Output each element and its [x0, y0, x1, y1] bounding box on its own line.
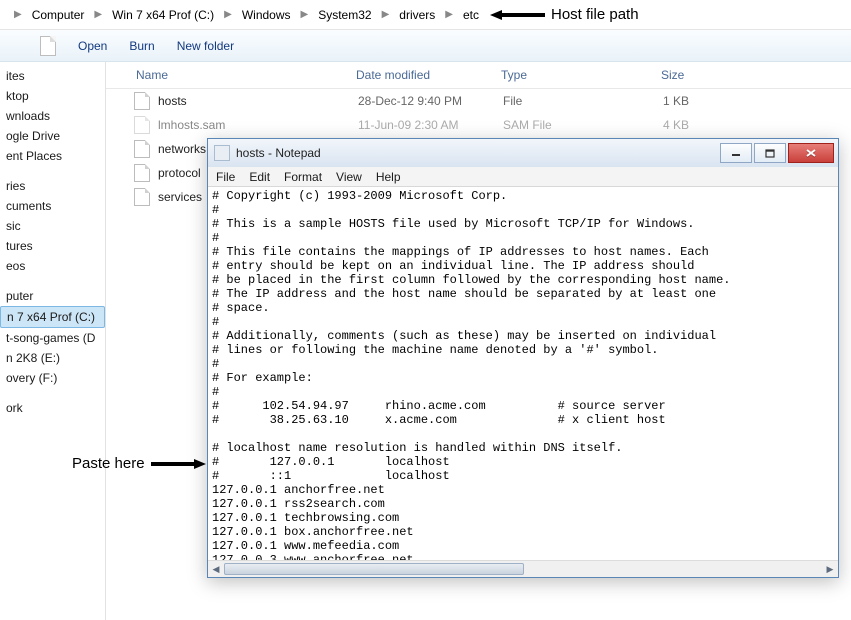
notepad-icon — [214, 145, 230, 161]
sidebar-item[interactable]: eos — [0, 256, 105, 276]
col-name[interactable]: Name — [106, 68, 356, 82]
sidebar-item[interactable]: ork — [0, 398, 105, 418]
page-icon — [40, 36, 56, 56]
scroll-thumb[interactable] — [224, 563, 524, 575]
sidebar-item[interactable]: ent Places — [0, 146, 105, 166]
sidebar-item-selected[interactable]: n 7 x64 Prof (C:) — [0, 306, 105, 328]
file-icon — [134, 116, 150, 134]
scroll-left-icon[interactable]: ◀ — [209, 563, 223, 575]
annotation-label: Paste here — [72, 455, 145, 472]
column-headers: Name Date modified Type Size — [106, 62, 851, 89]
file-size: 1 KB — [663, 94, 763, 108]
chevron-right-icon: ▶ — [439, 9, 459, 20]
arrow-right-icon — [151, 457, 206, 471]
notepad-titlebar[interactable]: hosts - Notepad — [208, 139, 838, 167]
sidebar-item[interactable]: puter — [0, 286, 105, 306]
window-title: hosts - Notepad — [236, 146, 321, 160]
col-date[interactable]: Date modified — [356, 68, 501, 82]
file-name: hosts — [158, 94, 358, 108]
notepad-window: hosts - Notepad File Edit Format View He… — [207, 138, 839, 578]
menu-help[interactable]: Help — [376, 170, 401, 184]
notepad-textarea[interactable]: # Copyright (c) 1993-2009 Microsoft Corp… — [208, 187, 838, 560]
sidebar-item[interactable]: ites — [0, 66, 105, 86]
breadcrumb-item[interactable]: etc — [459, 6, 483, 24]
sidebar-item[interactable]: ktop — [0, 86, 105, 106]
chevron-right-icon: ▶ — [88, 9, 108, 20]
sidebar-item[interactable]: ogle Drive — [0, 126, 105, 146]
file-name: lmhosts.sam — [158, 118, 358, 132]
chevron-right-icon: ▶ — [8, 9, 28, 20]
menu-format[interactable]: Format — [284, 170, 322, 184]
file-icon — [134, 188, 150, 206]
breadcrumb[interactable]: ▶ Computer ▶ Win 7 x64 Prof (C:) ▶ Windo… — [0, 0, 851, 30]
file-size: 4 KB — [663, 118, 763, 132]
file-icon — [134, 140, 150, 158]
open-button[interactable]: Open — [78, 39, 107, 53]
h-scrollbar[interactable]: ◀ ▶ — [208, 560, 838, 577]
sidebar-item[interactable]: wnloads — [0, 106, 105, 126]
new-folder-button[interactable]: New folder — [177, 39, 234, 53]
breadcrumb-item[interactable]: drivers — [395, 6, 439, 24]
minimize-button[interactable] — [720, 143, 752, 163]
notepad-menu: File Edit Format View Help — [208, 167, 838, 187]
file-date: 11-Jun-09 2:30 AM — [358, 118, 503, 132]
file-row[interactable]: hosts 28-Dec-12 9:40 PM File 1 KB — [106, 89, 851, 113]
annotation-label: Host file path — [551, 6, 639, 23]
col-type[interactable]: Type — [501, 68, 661, 82]
sidebar: ites ktop wnloads ogle Drive ent Places … — [0, 62, 106, 620]
close-button[interactable] — [788, 143, 834, 163]
scroll-right-icon[interactable]: ▶ — [823, 563, 837, 575]
breadcrumb-item[interactable]: Windows — [238, 6, 295, 24]
annotation-host-path: Host file path — [490, 6, 639, 23]
arrow-left-icon — [490, 8, 545, 22]
file-type: File — [503, 94, 663, 108]
sidebar-item[interactable]: overy (F:) — [0, 368, 105, 388]
col-size[interactable]: Size — [661, 68, 761, 82]
menu-file[interactable]: File — [216, 170, 235, 184]
sidebar-item[interactable]: ries — [0, 176, 105, 196]
chevron-right-icon: ▶ — [376, 9, 396, 20]
sidebar-item[interactable]: tures — [0, 236, 105, 256]
file-icon — [134, 164, 150, 182]
burn-button[interactable]: Burn — [129, 39, 154, 53]
sidebar-item[interactable]: cuments — [0, 196, 105, 216]
breadcrumb-item[interactable]: Computer — [28, 6, 89, 24]
chevron-right-icon: ▶ — [218, 9, 238, 20]
maximize-button[interactable] — [754, 143, 786, 163]
annotation-paste-here: Paste here — [72, 455, 206, 472]
toolbar: Open Burn New folder — [0, 30, 851, 62]
file-type: SAM File — [503, 118, 663, 132]
sidebar-item[interactable]: t-song-games (D — [0, 328, 105, 348]
breadcrumb-item[interactable]: System32 — [314, 6, 375, 24]
file-date: 28-Dec-12 9:40 PM — [358, 94, 503, 108]
menu-edit[interactable]: Edit — [249, 170, 270, 184]
menu-view[interactable]: View — [336, 170, 362, 184]
breadcrumb-item[interactable]: Win 7 x64 Prof (C:) — [108, 6, 218, 24]
chevron-right-icon: ▶ — [295, 9, 315, 20]
file-row[interactable]: lmhosts.sam 11-Jun-09 2:30 AM SAM File 4… — [106, 113, 851, 137]
sidebar-item[interactable]: n 2K8 (E:) — [0, 348, 105, 368]
file-icon — [134, 92, 150, 110]
sidebar-item[interactable]: sic — [0, 216, 105, 236]
